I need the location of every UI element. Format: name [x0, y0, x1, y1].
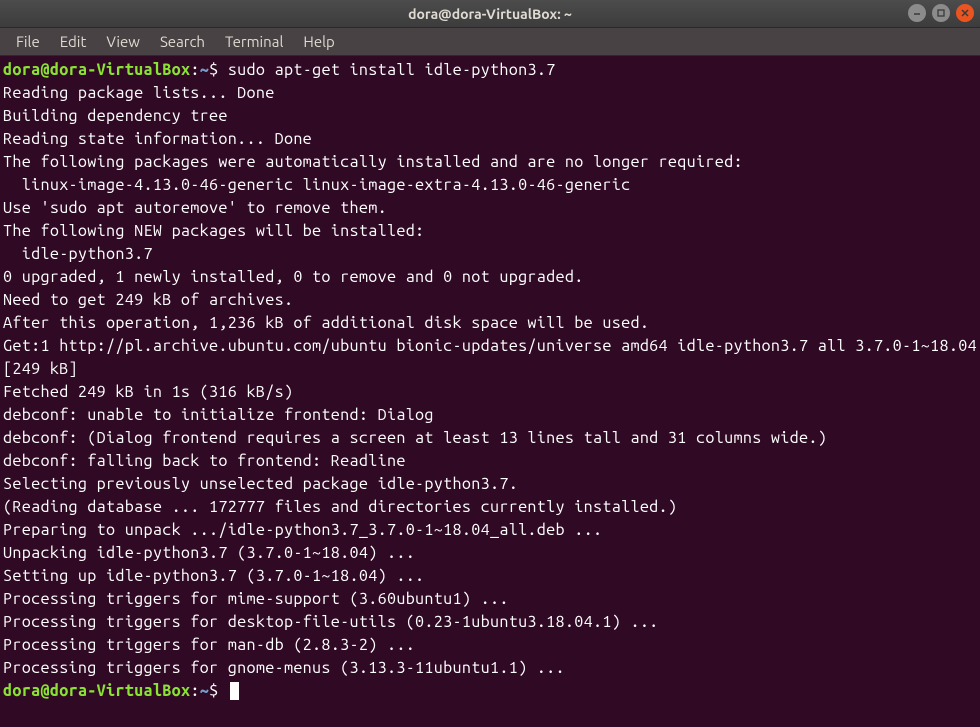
terminal-output-line: Preparing to unpack .../idle-python3.7_3… [3, 519, 977, 542]
terminal-output-line: 0 upgraded, 1 newly installed, 0 to remo… [3, 266, 977, 289]
terminal-output-line: The following packages were automaticall… [3, 151, 977, 174]
terminal-output-line: Use 'sudo apt autoremove' to remove them… [3, 197, 977, 220]
prompt-host: dora-VirtualBox [50, 61, 190, 79]
prompt-colon: : [190, 61, 199, 79]
terminal-prompt-line-1: dora@dora-VirtualBox:~$ sudo apt-get ins… [3, 59, 977, 82]
terminal-prompt-line-2: dora@dora-VirtualBox:~$ [3, 680, 977, 703]
terminal-output-line: (Reading database ... 172777 files and d… [3, 496, 977, 519]
maximize-button[interactable] [932, 4, 950, 22]
terminal-output-line: Fetched 249 kB in 1s (316 kB/s) [3, 381, 977, 404]
close-icon [960, 8, 970, 18]
window-titlebar: dora@dora-VirtualBox: ~ [0, 0, 980, 28]
menu-view[interactable]: View [96, 29, 150, 54]
terminal-output-line: Reading package lists... Done [3, 82, 977, 105]
terminal-output-line: Selecting previously unselected package … [3, 473, 977, 496]
minimize-icon [912, 8, 922, 18]
terminal-output-line: Get:1 http://pl.archive.ubuntu.com/ubunt… [3, 335, 977, 381]
terminal-output-line: After this operation, 1,236 kB of additi… [3, 312, 977, 335]
terminal-output-line: Setting up idle-python3.7 (3.7.0-1~18.04… [3, 565, 977, 588]
terminal-output-line: Unpacking idle-python3.7 (3.7.0-1~18.04)… [3, 542, 977, 565]
menubar: File Edit View Search Terminal Help [0, 28, 980, 56]
terminal-output-line: debconf: falling back to frontend: Readl… [3, 450, 977, 473]
terminal-output-line: Processing triggers for mime-support (3.… [3, 588, 977, 611]
terminal-output-line: Reading state information... Done [3, 128, 977, 151]
prompt-user: dora [3, 61, 40, 79]
menu-terminal[interactable]: Terminal [215, 29, 293, 54]
terminal-output-line: The following NEW packages will be insta… [3, 220, 977, 243]
terminal-area[interactable]: dora@dora-VirtualBox:~$ sudo apt-get ins… [0, 56, 980, 727]
window-controls [908, 4, 974, 22]
prompt-path: ~ [200, 61, 209, 79]
command-text: sudo apt-get install idle-python3.7 [218, 61, 555, 79]
terminal-output-line: idle-python3.7 [3, 243, 977, 266]
command-text [218, 682, 227, 700]
prompt-at: @ [40, 682, 49, 700]
close-button[interactable] [956, 4, 974, 22]
terminal-cursor [230, 682, 239, 700]
terminal-output-line: Building dependency tree [3, 105, 977, 128]
prompt-colon: : [190, 682, 199, 700]
prompt-host: dora-VirtualBox [50, 682, 190, 700]
terminal-output-line: Processing triggers for gnome-menus (3.1… [3, 657, 977, 680]
terminal-output-line: debconf: unable to initialize frontend: … [3, 404, 977, 427]
prompt-at: @ [40, 61, 49, 79]
menu-search[interactable]: Search [150, 29, 215, 54]
menu-file[interactable]: File [6, 29, 50, 54]
terminal-output-line: Processing triggers for man-db (2.8.3-2)… [3, 634, 977, 657]
maximize-icon [936, 8, 946, 18]
terminal-output-line: Need to get 249 kB of archives. [3, 289, 977, 312]
terminal-output-line: linux-image-4.13.0-46-generic linux-imag… [3, 174, 977, 197]
minimize-button[interactable] [908, 4, 926, 22]
menu-edit[interactable]: Edit [50, 29, 97, 54]
window-title: dora@dora-VirtualBox: ~ [408, 6, 572, 22]
terminal-output-line: Processing triggers for desktop-file-uti… [3, 611, 977, 634]
menu-help[interactable]: Help [293, 29, 344, 54]
terminal-output-line: debconf: (Dialog frontend requires a scr… [3, 427, 977, 450]
prompt-path: ~ [200, 682, 209, 700]
prompt-user: dora [3, 682, 40, 700]
